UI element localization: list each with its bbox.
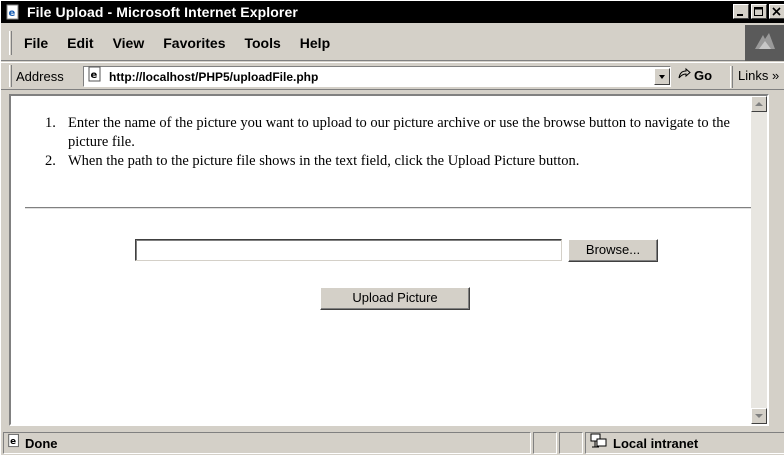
- links-button[interactable]: Links »: [738, 68, 779, 83]
- menu-favorites[interactable]: Favorites: [163, 35, 225, 51]
- svg-text:e: e: [10, 437, 16, 447]
- links-separator: [730, 66, 733, 88]
- menu-file[interactable]: File: [24, 35, 48, 51]
- instructions-list: 1. Enter the name of the picture you wan…: [31, 114, 751, 171]
- windows-logo-icon: [745, 25, 784, 61]
- status-bar: e Done Local intranet: [1, 431, 784, 455]
- title-bar: e File Upload - Microsoft Internet Explo…: [1, 1, 784, 23]
- instruction-text: When the path to the picture file shows …: [68, 153, 580, 169]
- instruction-item: 2. When the path to the picture file sho…: [31, 152, 751, 171]
- window-controls: [731, 4, 784, 19]
- menu-bar: File Edit View Favorites Tools Help: [1, 25, 784, 61]
- scroll-down-button[interactable]: [751, 408, 767, 424]
- address-url: http://localhost/PHP5/uploadFile.php: [109, 69, 319, 84]
- menu-tools[interactable]: Tools: [244, 35, 280, 51]
- instruction-number: 1.: [45, 115, 56, 131]
- status-pane-empty: [559, 432, 583, 454]
- instruction-item: 1. Enter the name of the picture you wan…: [31, 114, 751, 152]
- vertical-scrollbar[interactable]: [751, 96, 767, 424]
- svg-text:e: e: [91, 70, 98, 81]
- menu-bar-grip[interactable]: [9, 30, 12, 55]
- scroll-up-button[interactable]: [751, 96, 767, 112]
- menu-help[interactable]: Help: [300, 35, 330, 51]
- browse-button[interactable]: Browse...: [568, 239, 658, 262]
- svg-text:e: e: [9, 8, 16, 19]
- done-page-icon: e: [7, 433, 21, 453]
- status-text: Done: [25, 435, 58, 451]
- window-title: File Upload - Microsoft Internet Explore…: [27, 4, 298, 20]
- menu-edit[interactable]: Edit: [67, 35, 93, 51]
- page-icon: e: [87, 66, 103, 87]
- menu-view[interactable]: View: [113, 35, 145, 51]
- ie-page-icon: e: [5, 4, 21, 20]
- file-path-input[interactable]: [135, 239, 562, 261]
- instruction-text: Enter the name of the picture you want t…: [68, 115, 730, 150]
- address-bar-grip[interactable]: [9, 65, 12, 87]
- browser-window: e File Upload - Microsoft Internet Explo…: [0, 0, 784, 455]
- close-button[interactable]: [769, 4, 784, 19]
- go-label: Go: [694, 68, 713, 83]
- security-zone-pane[interactable]: Local intranet: [585, 432, 784, 454]
- page-content: 1. Enter the name of the picture you wan…: [9, 94, 769, 426]
- address-input[interactable]: e http://localhost/PHP5/uploadFile.php: [83, 66, 671, 87]
- minimize-button[interactable]: [733, 4, 749, 19]
- address-dropdown-button[interactable]: [654, 68, 670, 85]
- horizontal-rule: [25, 207, 763, 209]
- address-label: Address: [16, 68, 64, 84]
- go-arrow-icon: [677, 67, 691, 84]
- zone-text: Local intranet: [613, 435, 699, 451]
- upload-picture-button[interactable]: Upload Picture: [320, 287, 470, 310]
- go-button[interactable]: Go: [677, 67, 712, 84]
- status-pane-empty: [533, 432, 557, 454]
- maximize-button[interactable]: [751, 4, 767, 19]
- address-toolbar: Address e http://localhost/PHP5/uploadFi…: [1, 62, 784, 90]
- instruction-number: 2.: [45, 153, 56, 169]
- status-main-pane: e Done: [3, 432, 531, 454]
- local-intranet-icon: [590, 433, 608, 454]
